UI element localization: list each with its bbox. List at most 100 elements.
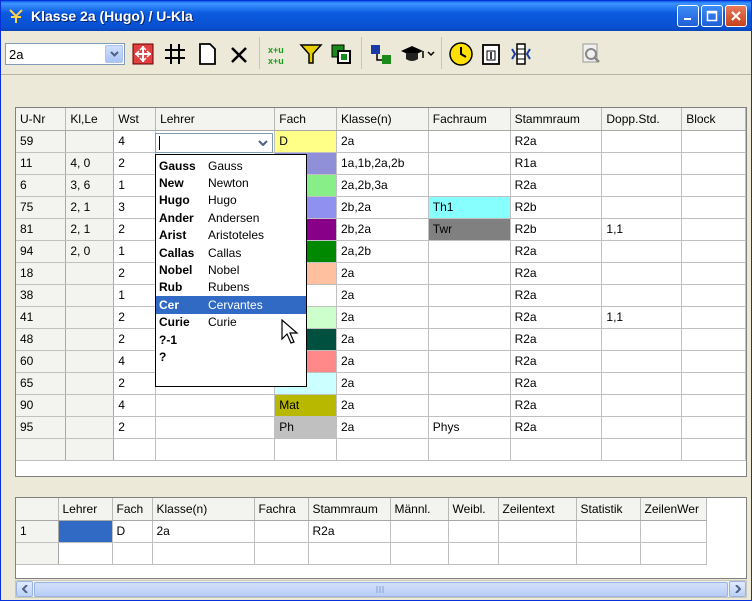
dropdown-option[interactable]: Rub Rubens (156, 279, 306, 296)
chevron-down-icon[interactable] (105, 45, 123, 63)
grid-cell[interactable]: 2, 1 (65, 218, 115, 241)
grid-cell[interactable] (58, 542, 113, 565)
grid-cell[interactable]: 94 (16, 240, 67, 263)
grid-cell[interactable]: 1a,1b,2a,2b (336, 152, 429, 175)
grid-cell[interactable] (640, 520, 707, 543)
grid-cell[interactable] (112, 542, 153, 565)
column-header[interactable]: Lehrer (155, 108, 276, 131)
grid-cell[interactable]: R2a (510, 416, 603, 439)
grid-cell[interactable] (510, 438, 603, 461)
column-header[interactable]: Kl,Le (65, 108, 115, 131)
grid-cell[interactable] (681, 306, 746, 329)
grid-cell[interactable] (681, 394, 746, 417)
grid-cell[interactable]: 4, 0 (65, 152, 115, 175)
grid-cell[interactable]: R2a (510, 328, 603, 351)
grid-cell[interactable]: 1 (113, 174, 157, 197)
grid-cell[interactable]: 1 (113, 284, 157, 307)
lessons-grid[interactable]: U-Nr Kl,Le Wst Lehrer Fach Klasse(n) Fachraum S… (15, 107, 747, 477)
grid-cell[interactable]: 90 (16, 394, 67, 417)
grid-cell[interactable]: 48 (16, 328, 67, 351)
delete-icon[interactable] (225, 40, 253, 68)
grid-cell[interactable] (16, 542, 59, 565)
column-header[interactable]: Fach (274, 108, 337, 131)
grid-cell[interactable]: 3, 6 (65, 174, 115, 197)
grid-cell[interactable] (601, 284, 683, 307)
grid-cell[interactable]: 2a (336, 130, 429, 153)
grid-cell[interactable]: 2a (336, 394, 429, 417)
chevron-down-icon[interactable] (425, 40, 437, 68)
grid-cell[interactable]: 2, 1 (65, 196, 115, 219)
column-header[interactable]: U-Nr (16, 108, 67, 131)
grid-cell[interactable]: 4 (113, 350, 157, 373)
grid-cell[interactable]: 1 (113, 240, 157, 263)
grid-cell[interactable]: 2a (336, 328, 429, 351)
grid-cell[interactable] (254, 542, 309, 565)
grid-cell[interactable]: 4 (113, 130, 157, 153)
grid-cell[interactable]: 2a (152, 520, 255, 543)
grid-cell[interactable] (58, 520, 113, 543)
column-header[interactable]: Fachraum (428, 108, 511, 131)
filter-icon[interactable] (297, 40, 325, 68)
grid-cell[interactable] (65, 394, 115, 417)
column-header[interactable]: Männl. (390, 498, 449, 521)
grid-cell[interactable] (601, 262, 683, 285)
clock-icon[interactable] (447, 40, 475, 68)
grid-cell[interactable]: 2b,2a (336, 218, 429, 241)
grid-cell[interactable]: Twr (428, 218, 511, 241)
grid-cell[interactable] (498, 520, 577, 543)
grid-cell[interactable] (601, 196, 683, 219)
scroll-left-button[interactable] (16, 581, 33, 597)
grid-cell[interactable]: R2a (510, 350, 603, 373)
grid-cell[interactable]: 2 (113, 416, 157, 439)
grid-cell[interactable] (113, 438, 157, 461)
grid-cell[interactable] (65, 350, 115, 373)
grid-cell[interactable]: Phys (428, 416, 511, 439)
grid-cell[interactable] (428, 240, 511, 263)
column-header[interactable]: Lehrer (58, 498, 113, 521)
grid-cell[interactable]: R2a (510, 262, 603, 285)
grid-cell[interactable] (498, 542, 577, 565)
table-row[interactable]: 6 3, 6 1 2a,2b,3a R2a (16, 174, 746, 197)
grid-cell[interactable]: 2b,2a (336, 196, 429, 219)
grid-cell[interactable] (16, 438, 67, 461)
maximize-button[interactable] (701, 5, 723, 27)
dropdown-option[interactable]: Ander Andersen (156, 209, 306, 226)
grid-cell[interactable] (681, 240, 746, 263)
table-row[interactable]: 95 2 Ph 2a Phys R2a (16, 416, 746, 439)
grid-cell[interactable] (681, 218, 746, 241)
column-header[interactable]: Block (681, 108, 746, 131)
grid-cell[interactable]: 4 (113, 394, 157, 417)
class-selector-icon[interactable] (129, 40, 157, 68)
grid-cell[interactable] (681, 416, 746, 439)
grid-cell[interactable]: 81 (16, 218, 67, 241)
grid-cell[interactable] (601, 174, 683, 197)
grid-cell[interactable] (576, 542, 641, 565)
column-header[interactable]: Dopp.Std. (601, 108, 683, 131)
grid-cell[interactable]: R2a (308, 520, 391, 543)
grid-cell[interactable]: Ph (274, 416, 337, 439)
dropdown-option[interactable]: New Newton (156, 174, 306, 191)
column-icon[interactable] (507, 40, 535, 68)
dropdown-option[interactable]: Gauss Gauss (156, 157, 306, 174)
grid-cell[interactable] (428, 350, 511, 373)
grid-cell[interactable] (428, 306, 511, 329)
grid-cell[interactable] (428, 152, 511, 175)
grid-cell[interactable] (601, 152, 683, 175)
grid-cell[interactable]: 59 (16, 130, 67, 153)
column-header[interactable]: Klasse(n) (336, 108, 429, 131)
grid-cell[interactable] (601, 394, 683, 417)
table-row[interactable]: 1 D 2a R2a (16, 520, 707, 543)
dropdown-option[interactable]: Arist Aristoteles (156, 227, 306, 244)
grid-cell[interactable] (155, 394, 276, 417)
grid-cell[interactable]: 60 (16, 350, 67, 373)
grid-cell[interactable] (390, 542, 449, 565)
table-row[interactable]: 11 4, 0 2 1a,1b,2a,2b R1a (16, 152, 746, 175)
grid-cell[interactable] (681, 438, 746, 461)
grid-cell[interactable] (601, 130, 683, 153)
print-preview-icon[interactable] (577, 40, 605, 68)
column-header[interactable] (16, 498, 59, 521)
grid-cell[interactable]: 75 (16, 196, 67, 219)
grid-cell[interactable]: 65 (16, 372, 67, 395)
table-row[interactable]: 90 4 Mat 2a R2a (16, 394, 746, 417)
grid-cell[interactable]: 2 (113, 152, 157, 175)
